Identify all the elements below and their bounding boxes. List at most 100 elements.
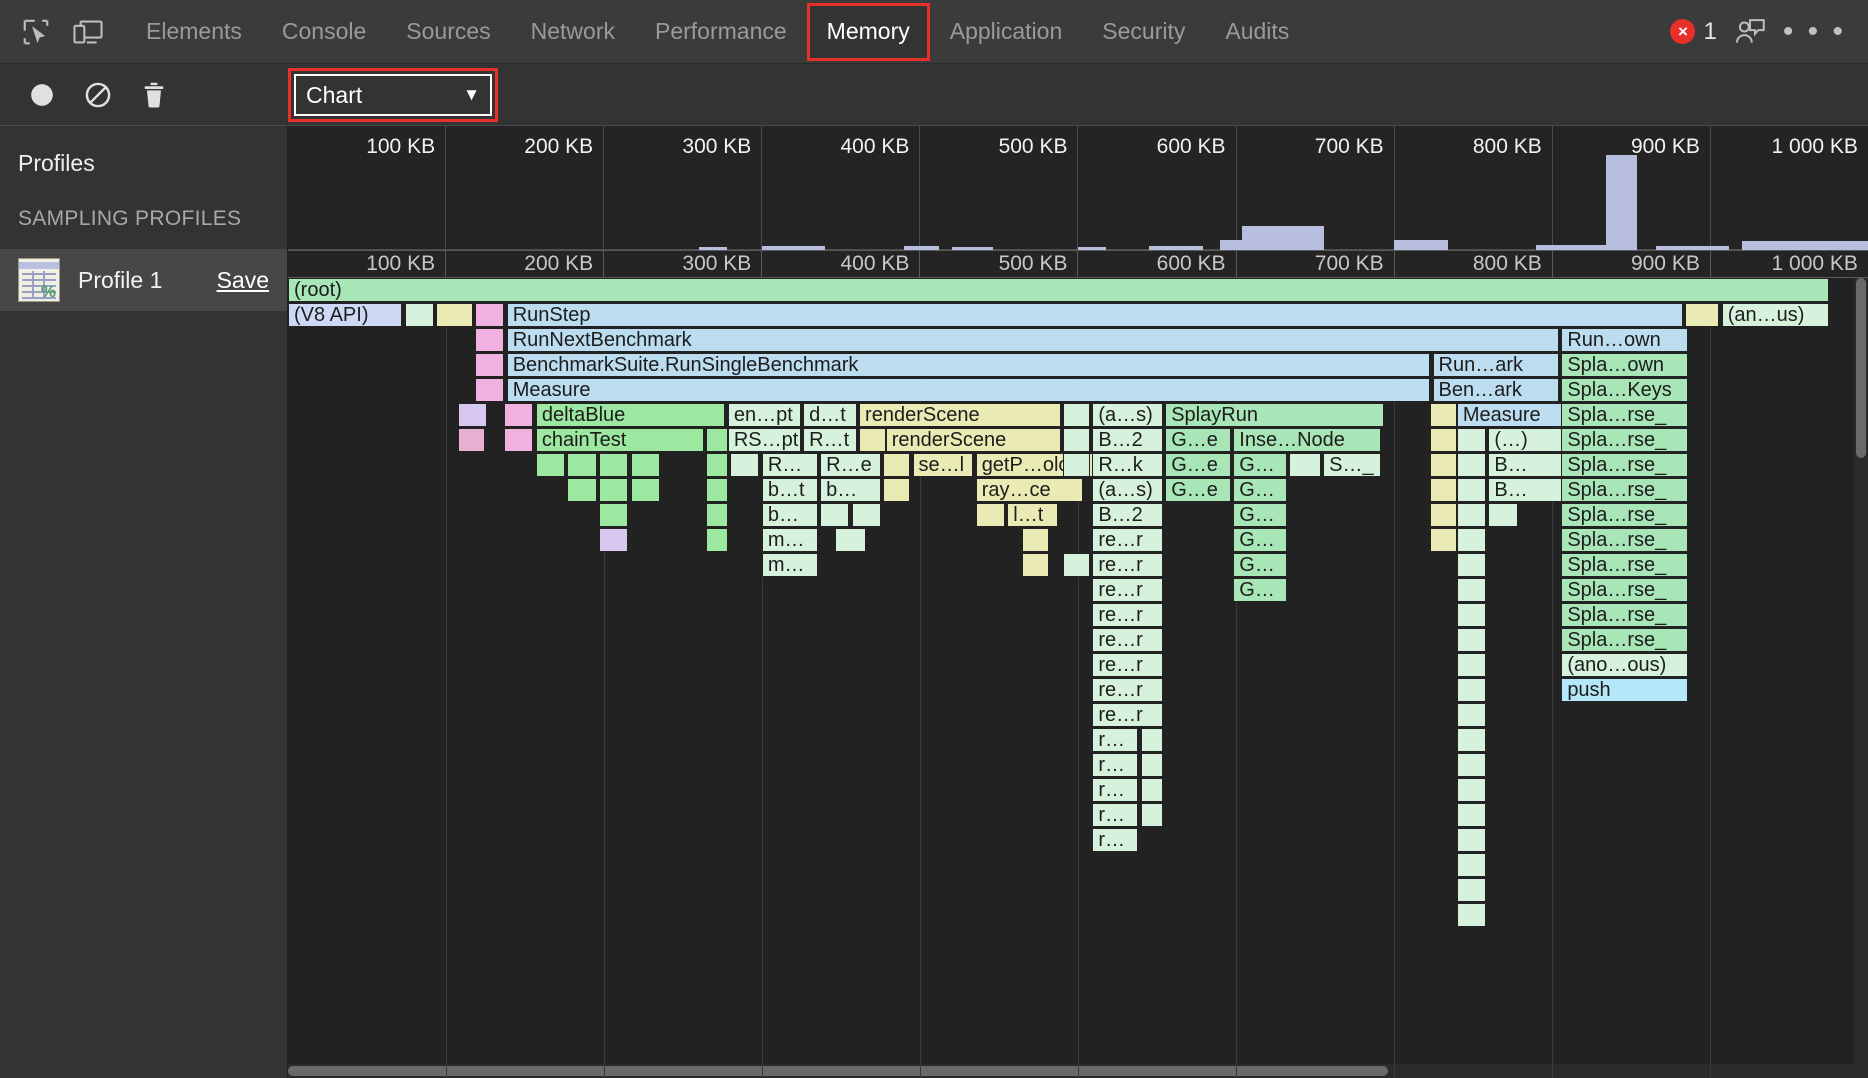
save-profile-link[interactable]: Save — [217, 267, 269, 294]
flame-bar-unlabeled[interactable] — [883, 453, 910, 477]
flame-bar-unlabeled[interactable] — [599, 503, 628, 527]
flame-bar-unlabeled[interactable] — [706, 428, 728, 452]
flame-bar-unlabeled[interactable] — [1430, 428, 1457, 452]
flame-bar[interactable]: Spla…rse_ — [1561, 528, 1687, 552]
flame-bar-unlabeled[interactable] — [458, 403, 487, 427]
tab-elements[interactable]: Elements — [126, 0, 262, 63]
tab-performance[interactable]: Performance — [635, 0, 807, 63]
flame-bar-unlabeled[interactable] — [883, 478, 910, 502]
tab-network[interactable]: Network — [511, 0, 635, 63]
allocation-overview-chart[interactable]: 100 KB200 KB300 KB400 KB500 KB600 KB700 … — [288, 126, 1868, 278]
flame-bar-unlabeled[interactable] — [1457, 428, 1486, 452]
flame-bar-unlabeled[interactable] — [599, 478, 628, 502]
flame-bar-unlabeled[interactable] — [706, 528, 728, 552]
flame-bar-unlabeled[interactable] — [475, 328, 504, 352]
flame-bar[interactable]: G… — [1233, 453, 1286, 477]
profile-view-select[interactable]: Chart ▼ — [294, 74, 492, 116]
flame-bar[interactable]: Measure — [1457, 403, 1566, 427]
flame-bar-unlabeled[interactable] — [1141, 803, 1163, 827]
flame-bar-unlabeled[interactable] — [458, 428, 485, 452]
flame-bar[interactable]: (a…s) — [1092, 403, 1162, 427]
flame-bar-unlabeled[interactable] — [599, 453, 628, 477]
flame-bar[interactable]: Spla…rse_ — [1561, 428, 1687, 452]
flame-bar-unlabeled[interactable] — [631, 478, 660, 502]
flame-bar[interactable]: re…r — [1092, 553, 1162, 577]
flame-bar[interactable]: m… — [762, 553, 818, 577]
device-toolbar-icon[interactable] — [62, 8, 114, 56]
flame-bar-unlabeled[interactable] — [1430, 478, 1457, 502]
flame-bar-unlabeled[interactable] — [1685, 303, 1719, 327]
flame-bar[interactable]: r… — [1092, 828, 1138, 852]
feedback-person-icon[interactable] — [1733, 17, 1767, 47]
flame-bar-unlabeled[interactable] — [706, 478, 728, 502]
flame-bar-unlabeled[interactable] — [1457, 803, 1486, 827]
flame-bar[interactable]: SplayRun — [1165, 403, 1384, 427]
flame-bar[interactable]: chainTest — [536, 428, 704, 452]
flame-bar-unlabeled[interactable] — [1457, 553, 1486, 577]
flame-bar[interactable]: G…e — [1165, 428, 1231, 452]
flame-bar-unlabeled[interactable] — [1457, 778, 1486, 802]
flame-bar[interactable]: push — [1561, 678, 1687, 702]
flame-bar-unlabeled[interactable] — [1457, 578, 1486, 602]
flame-bar-unlabeled[interactable] — [859, 428, 886, 452]
flame-bar[interactable]: d…t — [803, 403, 856, 427]
flame-bar[interactable]: b…t — [762, 478, 818, 502]
flame-bar[interactable]: Run…ark — [1433, 353, 1559, 377]
flame-bar-unlabeled[interactable] — [976, 503, 1005, 527]
flame-bar[interactable]: R…t — [803, 428, 856, 452]
flame-bar[interactable]: Spla…rse_ — [1561, 553, 1687, 577]
flame-bar[interactable]: G… — [1233, 528, 1286, 552]
flame-bar[interactable]: r… — [1092, 803, 1138, 827]
flame-bar[interactable]: b… — [762, 503, 818, 527]
flame-bar[interactable]: b… — [820, 478, 881, 502]
flame-bar[interactable]: G…e — [1165, 453, 1231, 477]
flame-bar[interactable]: (…) — [1488, 428, 1566, 452]
flame-bar-unlabeled[interactable] — [1457, 653, 1486, 677]
flame-bar-unlabeled[interactable] — [504, 428, 533, 452]
flame-bar-unlabeled[interactable] — [1457, 703, 1486, 727]
flame-bar-unlabeled[interactable] — [1430, 528, 1457, 552]
flame-bar[interactable]: Spla…rse_ — [1561, 503, 1687, 527]
flame-bar[interactable]: r… — [1092, 753, 1138, 777]
flame-bar-unlabeled[interactable] — [1457, 853, 1486, 877]
error-badge[interactable]: × 1 — [1670, 18, 1716, 46]
flame-bar[interactable]: deltaBlue — [536, 403, 726, 427]
flame-bar[interactable]: R…k — [1092, 453, 1162, 477]
flame-bar[interactable]: Measure — [507, 378, 1430, 402]
flame-bar[interactable]: Spla…Keys — [1561, 378, 1687, 402]
flame-bar[interactable]: G… — [1233, 578, 1286, 602]
flame-bar[interactable]: G… — [1233, 503, 1286, 527]
tab-application[interactable]: Application — [930, 0, 1083, 63]
flame-bar-unlabeled[interactable] — [405, 303, 434, 327]
flame-bar[interactable]: G…e — [1165, 478, 1231, 502]
tab-sources[interactable]: Sources — [386, 0, 510, 63]
scrollbar-thumb[interactable] — [1856, 278, 1866, 458]
flame-bar-unlabeled[interactable] — [504, 403, 533, 427]
flame-bar-unlabeled[interactable] — [1457, 603, 1486, 627]
sidebar-item-profile-1[interactable]: % Profile 1 Save — [0, 249, 287, 311]
flame-bar[interactable]: RS…pt — [728, 428, 801, 452]
flame-bar[interactable]: (an…us) — [1722, 303, 1829, 327]
flame-bar[interactable]: renderScene — [886, 428, 1061, 452]
flame-bar[interactable]: Ben…ark — [1433, 378, 1559, 402]
flame-bar-unlabeled[interactable] — [1488, 503, 1517, 527]
flame-bar-unlabeled[interactable] — [567, 453, 596, 477]
tab-memory[interactable]: Memory — [807, 3, 930, 61]
trash-icon[interactable] — [128, 72, 180, 118]
flame-bar[interactable]: re…r — [1092, 578, 1162, 602]
flame-bar-unlabeled[interactable] — [835, 528, 867, 552]
flame-bar[interactable]: B…2 — [1092, 428, 1162, 452]
flame-vertical-scrollbar[interactable] — [1854, 278, 1868, 1078]
flame-bar-unlabeled[interactable] — [1063, 553, 1090, 577]
flame-bar-unlabeled[interactable] — [1063, 453, 1090, 477]
flame-bar-unlabeled[interactable] — [536, 453, 565, 477]
flame-bar-unlabeled[interactable] — [1063, 403, 1090, 427]
flame-bar[interactable]: S…_ — [1323, 453, 1381, 477]
flame-bar-unlabeled[interactable] — [1022, 528, 1049, 552]
flame-bar[interactable]: Run…own — [1561, 328, 1687, 352]
flame-bar-unlabeled[interactable] — [1457, 903, 1486, 927]
flame-bar-unlabeled[interactable] — [706, 453, 728, 477]
flame-bar-unlabeled[interactable] — [1457, 828, 1486, 852]
scrollbar-thumb[interactable] — [288, 1066, 1388, 1076]
flame-bar-unlabeled[interactable] — [475, 303, 504, 327]
